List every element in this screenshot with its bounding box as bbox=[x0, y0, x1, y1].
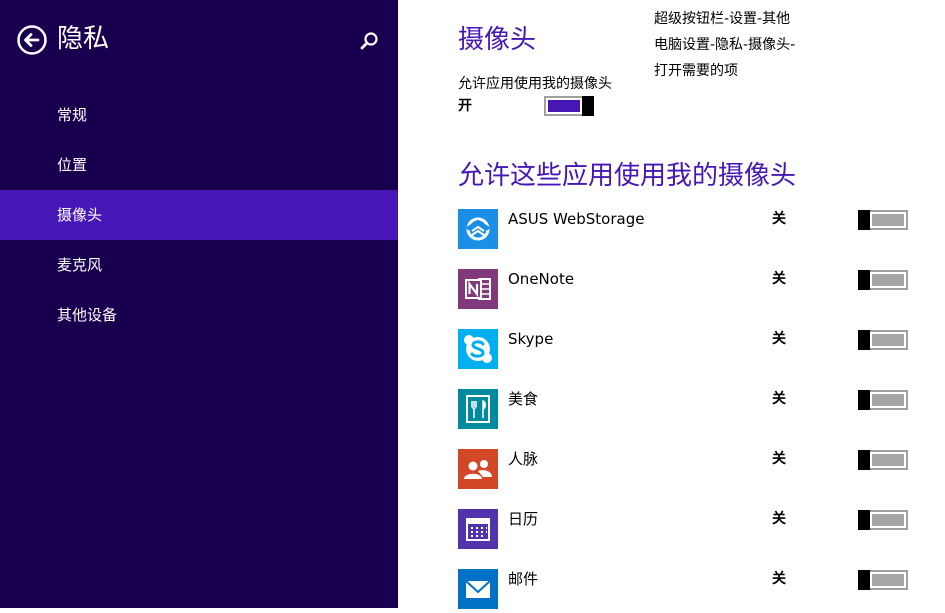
sidebar-item-label: 麦克风 bbox=[57, 256, 103, 274]
app-row-calendar: 日历 关 bbox=[458, 509, 918, 553]
app-tile bbox=[458, 269, 498, 309]
sidebar-item-general[interactable]: 常规 bbox=[0, 90, 398, 140]
app-toggle[interactable] bbox=[858, 450, 908, 470]
app-state: 关 bbox=[772, 451, 786, 467]
app-state: 关 bbox=[772, 571, 786, 587]
app-name: 邮件 bbox=[508, 570, 539, 588]
calendar-icon bbox=[466, 518, 490, 541]
app-name: Skype bbox=[508, 330, 554, 348]
app-state: 关 bbox=[772, 331, 786, 347]
sidebar: 隐私 常规 位置 摄像头 麦克风 其他设备 bbox=[0, 0, 398, 608]
sidebar-item-label: 常规 bbox=[57, 106, 88, 124]
app-state: 关 bbox=[772, 271, 786, 287]
app-row-people: 人脉 关 bbox=[458, 449, 918, 493]
sidebar-nav: 常规 位置 摄像头 麦克风 其他设备 bbox=[0, 90, 398, 340]
app-name: 美食 bbox=[508, 390, 539, 408]
app-name: 人脉 bbox=[508, 450, 539, 468]
page-title: 隐私 bbox=[57, 24, 110, 54]
skype-icon bbox=[464, 335, 492, 363]
toggle-thumb[interactable] bbox=[858, 330, 870, 350]
section-title: 摄像头 bbox=[458, 25, 537, 55]
main-panel: 摄像头 超级按钮栏-设置-其他电脑设置-隐私-摄像头-打开需要的项 允许应用使用… bbox=[398, 0, 945, 609]
toggle-thumb[interactable] bbox=[858, 270, 870, 290]
allow-camera-toggle[interactable] bbox=[544, 96, 594, 116]
onenote-icon bbox=[465, 278, 491, 300]
toggle-fill bbox=[872, 454, 904, 466]
app-toggle[interactable] bbox=[858, 210, 908, 230]
app-row-food: 美食 关 bbox=[458, 389, 918, 433]
app-row-asus-webstorage: ASUS WebStorage 关 bbox=[458, 209, 918, 253]
app-toggle[interactable] bbox=[858, 270, 908, 290]
toggle-fill bbox=[872, 274, 904, 286]
app-toggle[interactable] bbox=[858, 390, 908, 410]
sidebar-item-microphone[interactable]: 麦克风 bbox=[0, 240, 398, 290]
instruction-note: 超级按钮栏-设置-其他电脑设置-隐私-摄像头-打开需要的项 bbox=[654, 11, 796, 79]
app-name: ASUS WebStorage bbox=[508, 210, 645, 228]
apps-section-title: 允许这些应用使用我的摄像头 bbox=[458, 161, 797, 191]
search-icon[interactable] bbox=[358, 30, 380, 52]
app-toggle[interactable] bbox=[858, 570, 908, 590]
toggle-thumb[interactable] bbox=[582, 96, 594, 116]
sidebar-item-camera[interactable]: 摄像头 bbox=[0, 190, 398, 240]
app-state: 关 bbox=[772, 211, 786, 227]
allow-camera-label: 允许应用使用我的摄像头 bbox=[458, 76, 612, 92]
sidebar-item-label: 摄像头 bbox=[57, 206, 103, 224]
asus-webstorage-icon bbox=[465, 217, 491, 241]
toggle-thumb[interactable] bbox=[858, 210, 870, 230]
people-icon bbox=[464, 460, 492, 479]
app-name: 日历 bbox=[508, 510, 539, 528]
toggle-fill bbox=[872, 214, 904, 226]
app-state: 关 bbox=[772, 391, 786, 407]
toggle-fill bbox=[872, 574, 904, 586]
app-row-skype: Skype 关 bbox=[458, 329, 918, 373]
app-tile bbox=[458, 569, 498, 609]
app-tile bbox=[458, 449, 498, 489]
allow-camera-state: 开 bbox=[458, 98, 472, 114]
app-tile bbox=[458, 389, 498, 429]
toggle-thumb[interactable] bbox=[858, 510, 870, 530]
toggle-fill bbox=[548, 100, 580, 112]
back-arrow-icon[interactable] bbox=[17, 25, 47, 55]
toggle-thumb[interactable] bbox=[858, 570, 870, 590]
app-toggle[interactable] bbox=[858, 510, 908, 530]
toggle-fill bbox=[872, 334, 904, 346]
app-tile bbox=[458, 329, 498, 369]
toggle-fill bbox=[872, 514, 904, 526]
app-toggle[interactable] bbox=[858, 330, 908, 350]
sidebar-item-location[interactable]: 位置 bbox=[0, 140, 398, 190]
sidebar-item-label: 位置 bbox=[57, 156, 88, 174]
app-name: OneNote bbox=[508, 270, 575, 288]
app-tile bbox=[458, 509, 498, 549]
app-row-mail: 邮件 关 bbox=[458, 569, 918, 613]
toggle-thumb[interactable] bbox=[858, 450, 870, 470]
app-state: 关 bbox=[772, 511, 786, 527]
sidebar-item-other-devices[interactable]: 其他设备 bbox=[0, 290, 398, 340]
app-row-onenote: OneNote 关 bbox=[458, 269, 918, 313]
sidebar-item-label: 其他设备 bbox=[57, 306, 118, 324]
app-tile bbox=[458, 209, 498, 249]
mail-icon bbox=[465, 580, 491, 598]
toggle-fill bbox=[872, 394, 904, 406]
toggle-thumb[interactable] bbox=[858, 390, 870, 410]
food-icon bbox=[466, 395, 490, 423]
